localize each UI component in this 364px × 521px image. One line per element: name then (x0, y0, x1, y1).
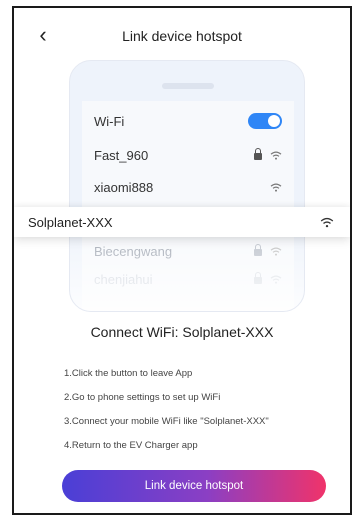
wifi-signal-icon (270, 151, 282, 160)
instruction-list: 1.Click the button to leave App 2.Go to … (64, 362, 269, 458)
page-title: Link device hotspot (122, 28, 242, 44)
wifi-signal-icon (270, 275, 282, 284)
phone-speaker (162, 83, 214, 89)
screen-frame: ‹ Link device hotspot Wi-Fi Fast_960 xia… (12, 6, 352, 515)
wifi-settings-screen: Wi-Fi Fast_960 xiaomi888 Biecengwang che… (82, 101, 294, 311)
network-row: chenjiahui (82, 263, 294, 295)
wifi-signal-icon (270, 183, 282, 192)
highlighted-network-card: Solplanet-XXX (14, 207, 350, 237)
instruction-step: 2.Go to phone settings to set up WiFi (64, 392, 221, 403)
lock-icon (254, 272, 262, 284)
network-ssid: xiaomi888 (94, 179, 154, 195)
connect-heading: Connect WiFi: Solplanet-XXX (90, 324, 274, 340)
phone-illustration: Wi-Fi Fast_960 xiaomi888 Biecengwang che… (69, 60, 305, 312)
wifi-signal-icon (270, 247, 282, 256)
network-ssid: Fast_960 (94, 147, 149, 163)
network-row: Fast_960 (82, 139, 294, 171)
wifi-signal-icon (320, 217, 334, 227)
header: ‹ Link device hotspot (14, 8, 350, 60)
network-ssid: Biecengwang (94, 243, 173, 259)
wifi-toggle (248, 113, 282, 129)
lock-icon (254, 148, 262, 160)
lock-icon (254, 244, 262, 256)
highlighted-network-ssid: Solplanet-XXX (28, 214, 113, 230)
instruction-step: 4.Return to the EV Charger app (64, 440, 198, 451)
wifi-label: Wi-Fi (94, 113, 125, 129)
link-device-hotspot-button[interactable]: Link device hotspot (62, 470, 326, 502)
instruction-step: 3.Connect your mobile WiFi like "Solplan… (64, 416, 269, 427)
network-ssid: chenjiahui (94, 271, 153, 287)
network-row: xiaomi888 (82, 171, 294, 203)
instruction-step: 1.Click the button to leave App (64, 368, 193, 379)
wifi-toggle-row: Wi-Fi (82, 105, 294, 137)
